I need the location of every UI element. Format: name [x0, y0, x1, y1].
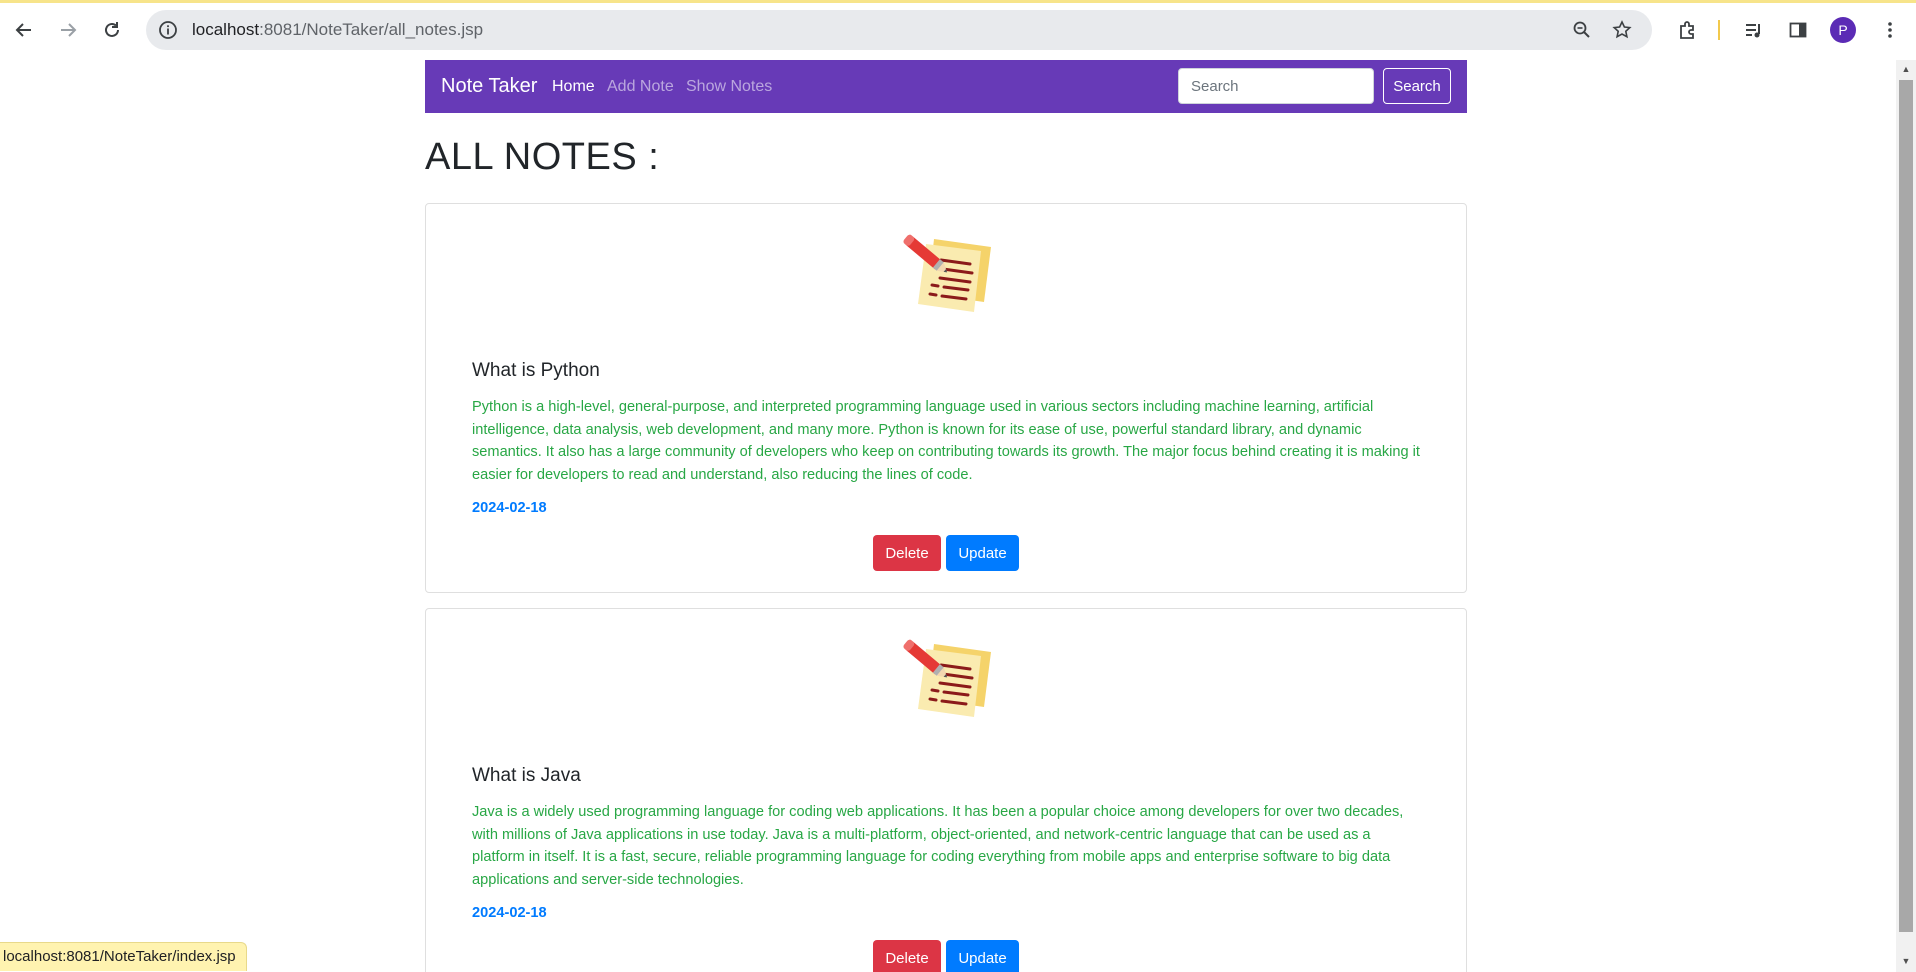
note-pencil-icon [903, 639, 991, 717]
address-bar[interactable]: localhost:8081/NoteTaker/all_notes.jsp [146, 10, 1652, 50]
page-scrollbar[interactable]: ▲ ▼ [1896, 60, 1916, 972]
scroll-up-arrow-icon[interactable]: ▲ [1900, 64, 1912, 74]
url-host: localhost [192, 20, 260, 39]
page-container: Note Taker Home Add Note Show Notes Sear… [425, 60, 1467, 972]
note-date: 2024-02-18 [472, 500, 547, 516]
zoom-icon[interactable] [1570, 18, 1594, 42]
side-panel-icon[interactable] [1782, 14, 1814, 46]
nav-link-home[interactable]: Home [552, 60, 595, 113]
search-input[interactable] [1178, 68, 1374, 104]
browser-menu-icon[interactable] [1874, 14, 1906, 46]
toolbar-accent-line [0, 0, 1916, 3]
delete-button[interactable]: Delete [873, 535, 941, 571]
url-text[interactable]: localhost:8081/NoteTaker/all_notes.jsp [192, 10, 483, 50]
note-content: Python is a high-level, general-purpose,… [472, 399, 1420, 483]
note-card: What is Python Python is a high-level, g… [425, 203, 1467, 593]
forward-arrow-icon[interactable] [52, 14, 84, 46]
update-button[interactable]: Update [946, 940, 1019, 972]
profile-avatar[interactable]: P [1830, 17, 1856, 43]
note-card: What is Java Java is a widely used progr… [425, 608, 1467, 972]
note-pencil-icon [903, 234, 991, 312]
back-arrow-icon[interactable] [8, 14, 40, 46]
site-navbar: Note Taker Home Add Note Show Notes Sear… [425, 60, 1467, 113]
delete-button[interactable]: Delete [873, 940, 941, 972]
note-title: What is Java [472, 765, 581, 786]
site-info-icon[interactable] [156, 18, 180, 42]
status-url-bubble: localhost:8081/NoteTaker/index.jsp [0, 942, 247, 971]
url-path: :8081/NoteTaker/all_notes.jsp [259, 20, 484, 39]
page-viewport: Note Taker Home Add Note Show Notes Sear… [0, 60, 1896, 972]
extensions-puzzle-icon[interactable] [1672, 14, 1704, 46]
nav-link-add-note[interactable]: Add Note [607, 60, 674, 113]
scrollbar-thumb[interactable] [1899, 80, 1913, 932]
media-queue-icon[interactable] [1738, 14, 1770, 46]
browser-toolbar: localhost:8081/NoteTaker/all_notes.jsp P [0, 0, 1916, 61]
note-title: What is Python [472, 360, 600, 381]
page-title: ALL NOTES : [425, 136, 660, 178]
toolbar-separator [1718, 20, 1720, 40]
note-content: Java is a widely used programming langua… [472, 804, 1404, 888]
reload-icon[interactable] [96, 14, 128, 46]
bookmark-star-icon[interactable] [1610, 18, 1634, 42]
scroll-down-arrow-icon[interactable]: ▼ [1900, 956, 1912, 966]
search-button[interactable]: Search [1383, 68, 1451, 104]
note-date: 2024-02-18 [472, 905, 547, 921]
navbar-brand[interactable]: Note Taker [441, 60, 537, 113]
nav-link-show-notes[interactable]: Show Notes [686, 60, 772, 113]
update-button[interactable]: Update [946, 535, 1019, 571]
